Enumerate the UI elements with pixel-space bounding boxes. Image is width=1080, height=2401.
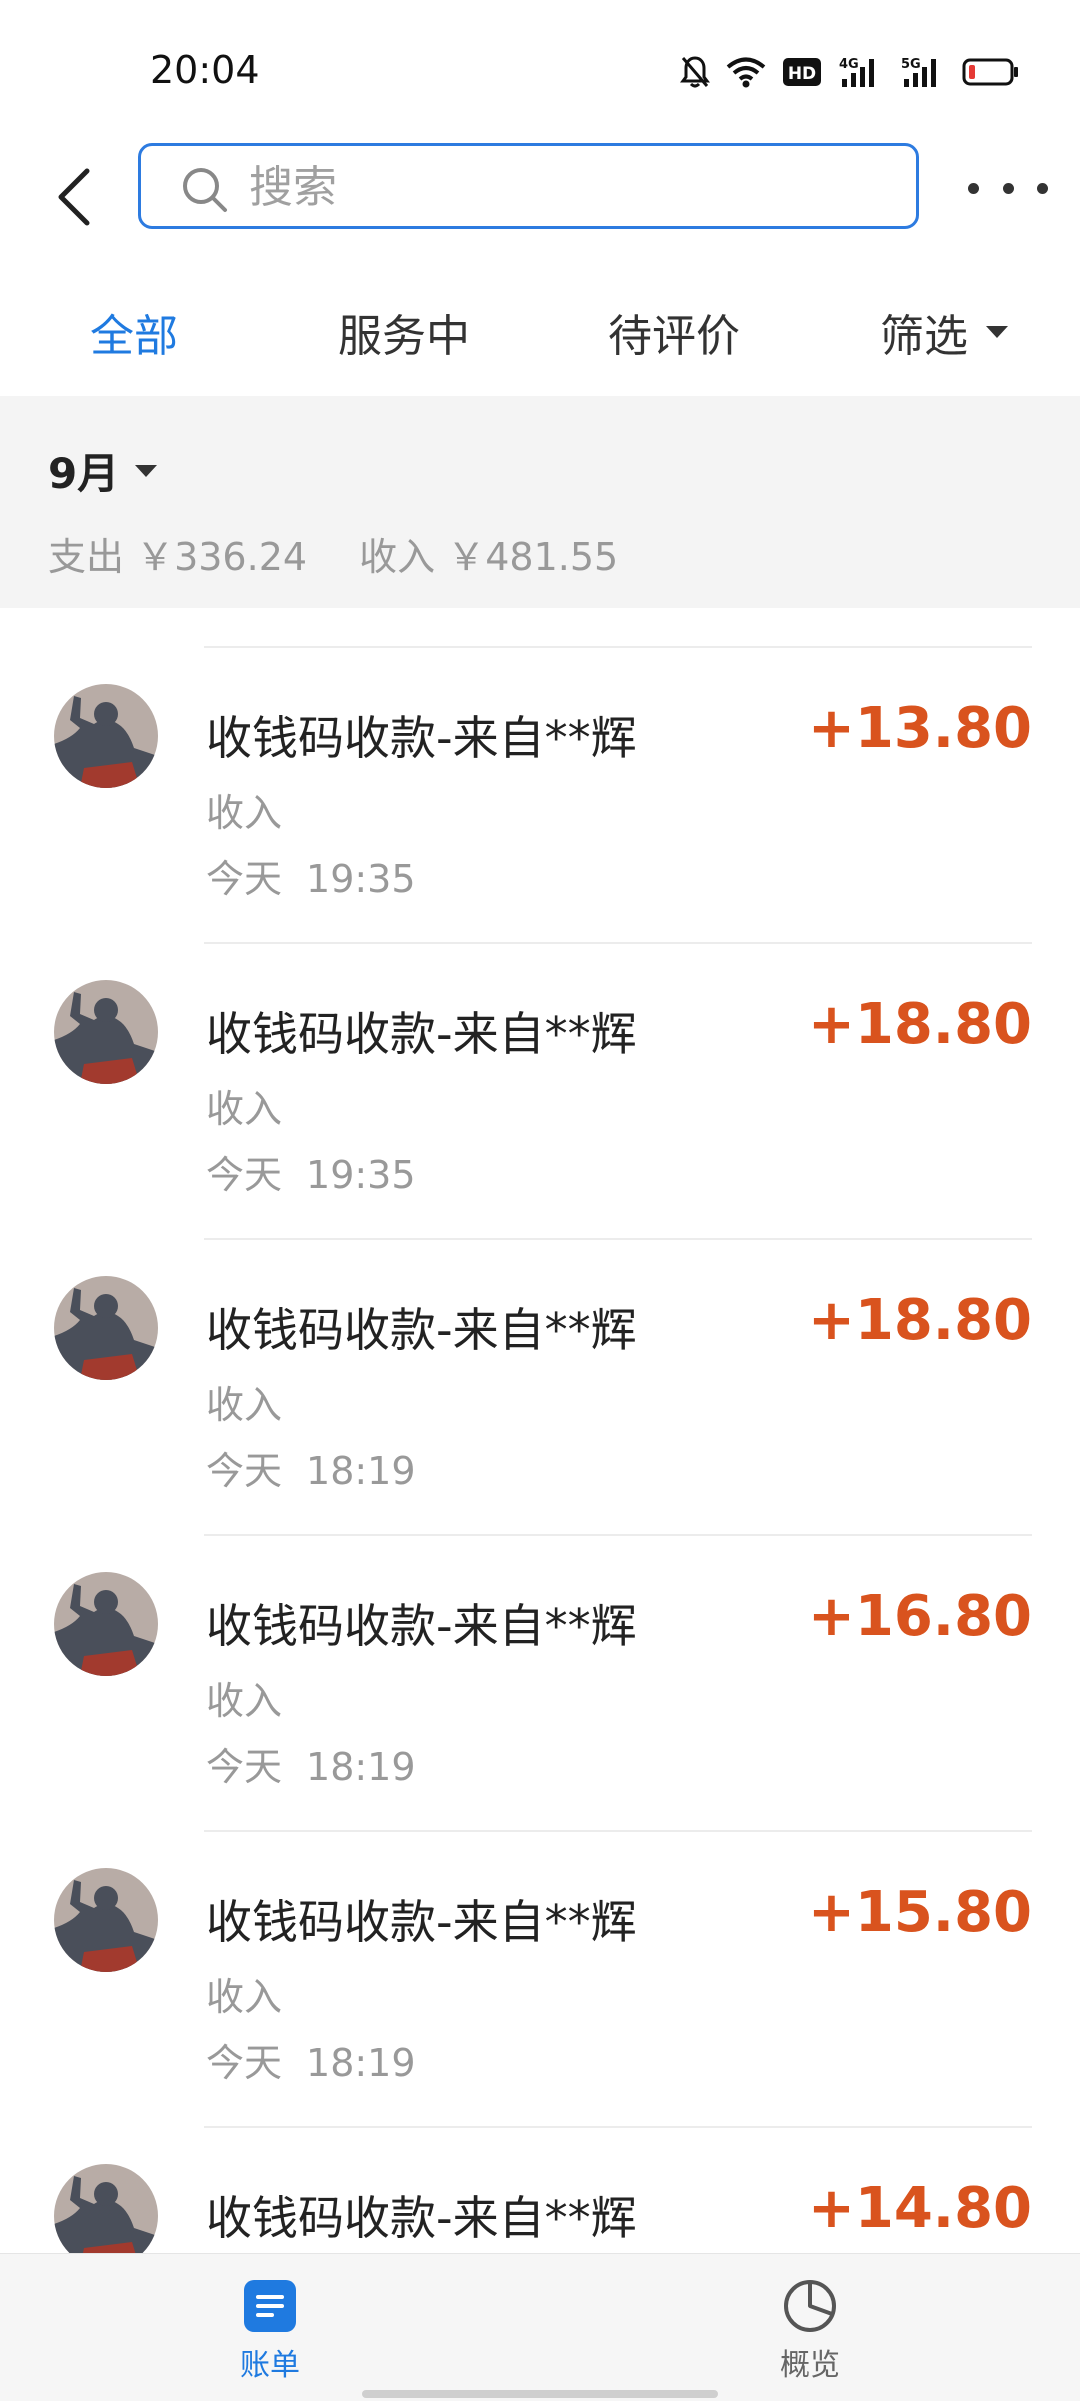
search-input[interactable] — [247, 146, 891, 228]
filter-tabs: 全部 服务中 待评价 筛选 — [0, 280, 1080, 380]
transaction-clock: 18:19 — [306, 1449, 416, 1493]
transaction-item[interactable]: 收钱码收款-来自**辉 收入 今天 19:35 +13.80 — [0, 646, 1080, 942]
pie-chart-icon — [784, 2280, 836, 2332]
bill-list-icon — [244, 2280, 296, 2332]
transaction-title: 收钱码收款-来自**辉 — [206, 1895, 637, 1949]
payer-avatar — [54, 1868, 158, 1972]
payer-avatar — [54, 1276, 158, 1380]
transaction-amount: +13.80 — [807, 696, 1032, 761]
home-indicator[interactable] — [362, 2390, 718, 2398]
transaction-title: 收钱码收款-来自**辉 — [206, 1599, 637, 1653]
transaction-clock: 18:19 — [306, 2041, 416, 2085]
transaction-title: 收钱码收款-来自**辉 — [206, 2191, 637, 2245]
top-bar — [0, 140, 1080, 250]
mute-bell-icon — [680, 56, 710, 88]
transaction-amount: +15.80 — [807, 1880, 1032, 1945]
month-selector[interactable]: 9月 — [48, 440, 158, 501]
payer-avatar — [54, 1572, 158, 1676]
bottom-nav: 账单 概览 — [0, 2253, 1080, 2401]
nav-bills[interactable]: 账单 — [190, 2278, 350, 2384]
signal-4g-icon: 4G — [839, 57, 874, 87]
net-4g-label: 4G — [839, 57, 859, 72]
transaction-title: 收钱码收款-来自**辉 — [206, 1007, 637, 1061]
expense-total: 支出 ￥336.24 — [48, 535, 308, 579]
tab-all[interactable]: 全部 — [90, 300, 178, 364]
more-dot-icon — [1002, 182, 1014, 194]
tab-serving[interactable]: 服务中 — [338, 300, 470, 364]
search-icon — [183, 168, 227, 212]
month-summary: 9月 支出 ￥336.24 收入 ￥481.55 — [0, 396, 1080, 608]
wifi-icon — [726, 57, 766, 88]
transaction-day: 今天 — [206, 1449, 283, 1493]
payer-avatar — [54, 684, 158, 788]
status-icons: HD 4G 5G — [680, 52, 1020, 92]
net-5g-label: 5G — [901, 57, 921, 72]
chevron-left-icon — [58, 168, 90, 226]
more-options-button[interactable] — [968, 158, 1048, 218]
more-dot-icon — [1037, 182, 1048, 194]
transaction-type: 收入 — [206, 1087, 283, 1131]
transaction-amount: +18.80 — [807, 992, 1032, 1057]
more-dot-icon — [968, 182, 979, 194]
transaction-item[interactable]: 收钱码收款-来自**辉 收入 今天 18:19 +18.80 — [0, 1238, 1080, 1534]
nav-bills-label: 账单 — [240, 2348, 300, 2383]
divider — [204, 1534, 1032, 1536]
divider — [204, 1830, 1032, 1832]
transaction-clock: 18:19 — [306, 1745, 416, 1789]
payer-avatar — [54, 2164, 158, 2253]
nav-overview[interactable]: 概览 — [730, 2278, 890, 2384]
transaction-clock: 19:35 — [306, 857, 416, 901]
battery-low-icon — [962, 58, 1018, 86]
caret-down-icon — [135, 464, 158, 477]
hd-icon: HD — [783, 58, 821, 86]
transaction-time: 今天 19:35 — [206, 1144, 416, 1199]
transaction-item[interactable]: 收钱码收款-来自**辉 收入 今天 18:19 +15.80 — [0, 1830, 1080, 2126]
transaction-type: 收入 — [206, 1975, 283, 2019]
filter-label: 筛选 — [880, 311, 968, 362]
transaction-time: 今天 18:19 — [206, 1736, 416, 1791]
month-totals: 支出 ￥336.24 收入 ￥481.55 — [48, 526, 658, 581]
transaction-type: 收入 — [206, 1383, 283, 1427]
nav-overview-label: 概览 — [780, 2348, 840, 2383]
transaction-list: 收钱码收款-来自**辉 收入 今天 19:35 +13.80 收钱码收款-来自**… — [0, 608, 1080, 2253]
transaction-amount: +16.80 — [807, 1584, 1032, 1649]
transaction-item[interactable]: 收钱码收款-来自**辉 收入 今天 18:19 +16.80 — [0, 1534, 1080, 1830]
divider — [204, 942, 1032, 944]
transaction-time: 今天 18:19 — [206, 1440, 416, 1495]
transaction-item[interactable]: 收钱码收款-来自**辉 收入 +14.80 — [0, 2126, 1080, 2253]
divider — [204, 1238, 1032, 1240]
status-time: 20:04 — [150, 48, 260, 92]
hd-label: HD — [788, 64, 816, 84]
search-box[interactable] — [138, 143, 919, 229]
divider — [204, 2126, 1032, 2128]
transaction-day: 今天 — [206, 2041, 283, 2085]
transaction-clock: 19:35 — [306, 1153, 416, 1197]
caret-down-icon — [986, 326, 1008, 338]
tab-pending-review[interactable]: 待评价 — [608, 300, 740, 364]
signal-5g-icon: 5G — [901, 57, 936, 87]
transaction-amount: +14.80 — [807, 2176, 1032, 2241]
back-button[interactable] — [40, 152, 110, 242]
transaction-title: 收钱码收款-来自**辉 — [206, 711, 637, 765]
transaction-item[interactable]: 收钱码收款-来自**辉 收入 今天 19:35 +18.80 — [0, 942, 1080, 1238]
transaction-type: 收入 — [206, 791, 283, 835]
payer-avatar — [54, 980, 158, 1084]
transaction-time: 今天 18:19 — [206, 2032, 416, 2087]
transaction-day: 今天 — [206, 1745, 283, 1789]
transaction-amount: +18.80 — [807, 1288, 1032, 1353]
month-label: 9月 — [48, 449, 120, 498]
transaction-title: 收钱码收款-来自**辉 — [206, 1303, 637, 1357]
transaction-time: 今天 19:35 — [206, 848, 416, 903]
transaction-type: 收入 — [206, 1679, 283, 1723]
transaction-day: 今天 — [206, 1153, 283, 1197]
tab-filter[interactable]: 筛选 — [880, 300, 1008, 364]
income-total: 收入 ￥481.55 — [359, 535, 619, 579]
transaction-day: 今天 — [206, 857, 283, 901]
status-bar: 20:04 HD 4G 5G — [0, 0, 1080, 140]
divider — [204, 646, 1032, 648]
